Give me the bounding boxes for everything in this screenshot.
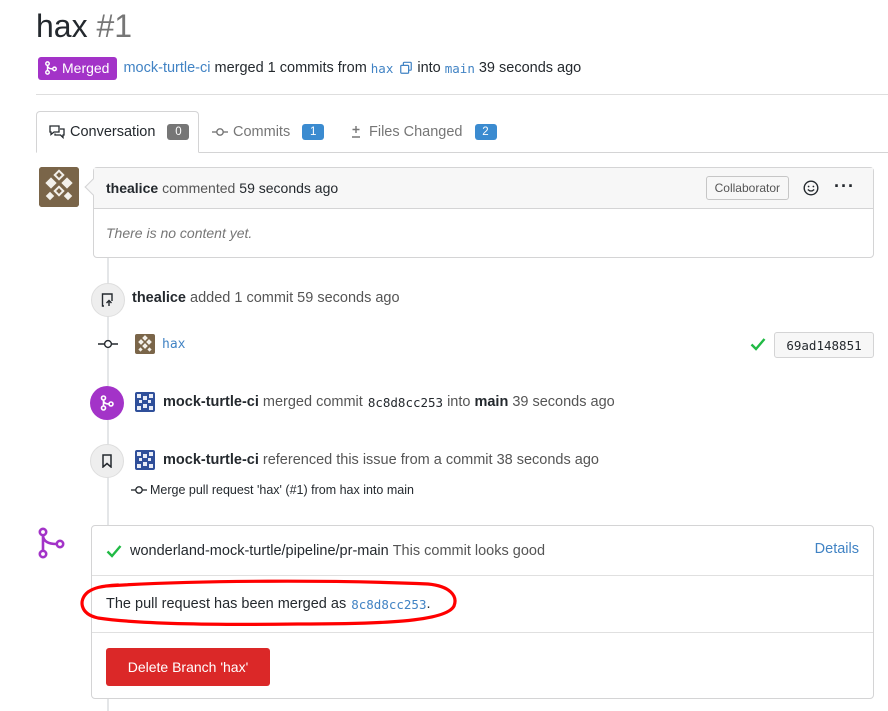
diff-icon bbox=[352, 126, 360, 138]
details-link[interactable]: Details bbox=[815, 541, 859, 557]
git-commit-icon bbox=[131, 486, 147, 494]
merged-status-badge: Merged bbox=[38, 56, 118, 80]
comment-author-link[interactable]: thealice bbox=[106, 180, 158, 196]
tab-files-changed-label: Files Changed bbox=[369, 124, 463, 140]
status-context: wonderland-mock-turtle/pipeline/pr-main bbox=[130, 542, 389, 559]
tab-commits-label: Commits bbox=[233, 124, 291, 140]
tab-commits[interactable]: Commits 1 bbox=[212, 111, 325, 153]
smiley-reaction-icon[interactable] bbox=[803, 180, 819, 196]
comment-action: commented bbox=[162, 180, 236, 196]
referenced-event-text: referenced this issue from a commit bbox=[262, 452, 493, 468]
tab-files-changed[interactable]: Files Changed 2 bbox=[350, 111, 497, 153]
bookmark-icon bbox=[102, 454, 112, 468]
repo-push-icon bbox=[101, 293, 113, 307]
pr-title: hax #1 bbox=[36, 8, 132, 45]
referenced-event: mock-turtle-ci referenced this issue fro… bbox=[135, 450, 599, 470]
merged-author-link[interactable]: mock-turtle-ci bbox=[163, 394, 259, 410]
commit-message-link[interactable]: hax bbox=[162, 337, 185, 352]
tab-conversation[interactable]: Conversation 0 bbox=[36, 111, 199, 153]
collaborator-badge: Collaborator bbox=[705, 176, 789, 200]
git-commit-icon bbox=[212, 128, 228, 136]
avatar-thealice-small[interactable] bbox=[135, 334, 155, 354]
added-commit-time: 59 seconds ago bbox=[297, 290, 400, 306]
status-check-row: wonderland-mock-turtle/pipeline/pr-main … bbox=[92, 526, 873, 576]
tab-conversation-label: Conversation bbox=[70, 124, 156, 140]
comment-time: 59 seconds ago bbox=[239, 180, 339, 196]
referenced-event-time: 38 seconds ago bbox=[496, 452, 599, 468]
merger-link[interactable]: mock-turtle-ci bbox=[123, 60, 210, 76]
added-commit-event: thealice added 1 commit 59 seconds ago bbox=[132, 290, 400, 306]
git-commit-icon bbox=[98, 339, 118, 349]
merged-event-time: 39 seconds ago bbox=[512, 394, 615, 410]
delete-branch-button[interactable]: Delete Branch 'hax' bbox=[106, 648, 270, 686]
git-merge-icon bbox=[38, 527, 65, 559]
referenced-author-link[interactable]: mock-turtle-ci bbox=[163, 452, 259, 468]
reference-event-badge bbox=[90, 444, 124, 478]
commit-sha-button[interactable]: 69ad148851 bbox=[774, 332, 874, 358]
avatar-mock-turtle-ci[interactable] bbox=[135, 392, 155, 412]
header-divider bbox=[36, 94, 888, 95]
comments-icon bbox=[49, 125, 65, 139]
merged-commits-text: merged 1 commits from bbox=[214, 60, 367, 76]
copy-icon[interactable] bbox=[399, 61, 413, 75]
merged-status-label: Merged bbox=[62, 60, 110, 76]
merged-commit-sha-link[interactable]: 8c8d8cc253 bbox=[368, 395, 443, 410]
merged-into-text: into bbox=[447, 394, 471, 410]
git-merge-icon bbox=[45, 61, 57, 75]
into-text: into bbox=[417, 60, 441, 76]
added-commit-author-link[interactable]: thealice bbox=[132, 290, 186, 306]
pr-title-text: hax bbox=[36, 8, 88, 44]
tab-conversation-count: 0 bbox=[167, 124, 190, 140]
tab-commits-count: 1 bbox=[302, 124, 325, 140]
avatar-thealice[interactable] bbox=[39, 167, 79, 207]
comment-box: thealice commented 59 seconds ago Collab… bbox=[84, 167, 874, 258]
merged-event-text: merged commit bbox=[262, 394, 363, 410]
referenced-commit-message: Merge pull request 'hax' (#1) from hax i… bbox=[150, 483, 414, 497]
comment-header: thealice commented 59 seconds ago Collab… bbox=[84, 168, 873, 209]
pr-number: #1 bbox=[96, 8, 133, 44]
merged-time: 39 seconds ago bbox=[478, 60, 582, 76]
avatar-mock-turtle-ci[interactable] bbox=[135, 450, 155, 470]
git-merge-icon bbox=[100, 395, 114, 411]
head-branch-link[interactable]: hax bbox=[371, 61, 394, 76]
merged-branch: main bbox=[474, 394, 509, 410]
status-text: This commit looks good bbox=[392, 542, 546, 559]
referenced-commit-row[interactable]: Merge pull request 'hax' (#1) from hax i… bbox=[131, 483, 414, 497]
added-commit-text: added 1 commit bbox=[190, 290, 294, 306]
identicon-image bbox=[39, 167, 79, 207]
merged-event: mock-turtle-ci merged commit 8c8d8cc253 … bbox=[135, 392, 615, 412]
comment-body: There is no content yet. bbox=[106, 225, 253, 241]
kebab-menu-icon[interactable]: ··· bbox=[834, 176, 855, 197]
push-event-badge bbox=[91, 283, 125, 317]
check-icon bbox=[750, 338, 766, 351]
base-branch-link[interactable]: main bbox=[445, 61, 475, 76]
annotation-ellipse bbox=[80, 579, 457, 626]
merged-event-badge bbox=[90, 386, 124, 420]
pr-meta: Merged mock-turtle-ci merged 1 commits f… bbox=[38, 56, 585, 80]
check-icon bbox=[106, 544, 122, 558]
tab-files-changed-count: 2 bbox=[474, 124, 497, 140]
comment-pointer bbox=[84, 178, 102, 196]
